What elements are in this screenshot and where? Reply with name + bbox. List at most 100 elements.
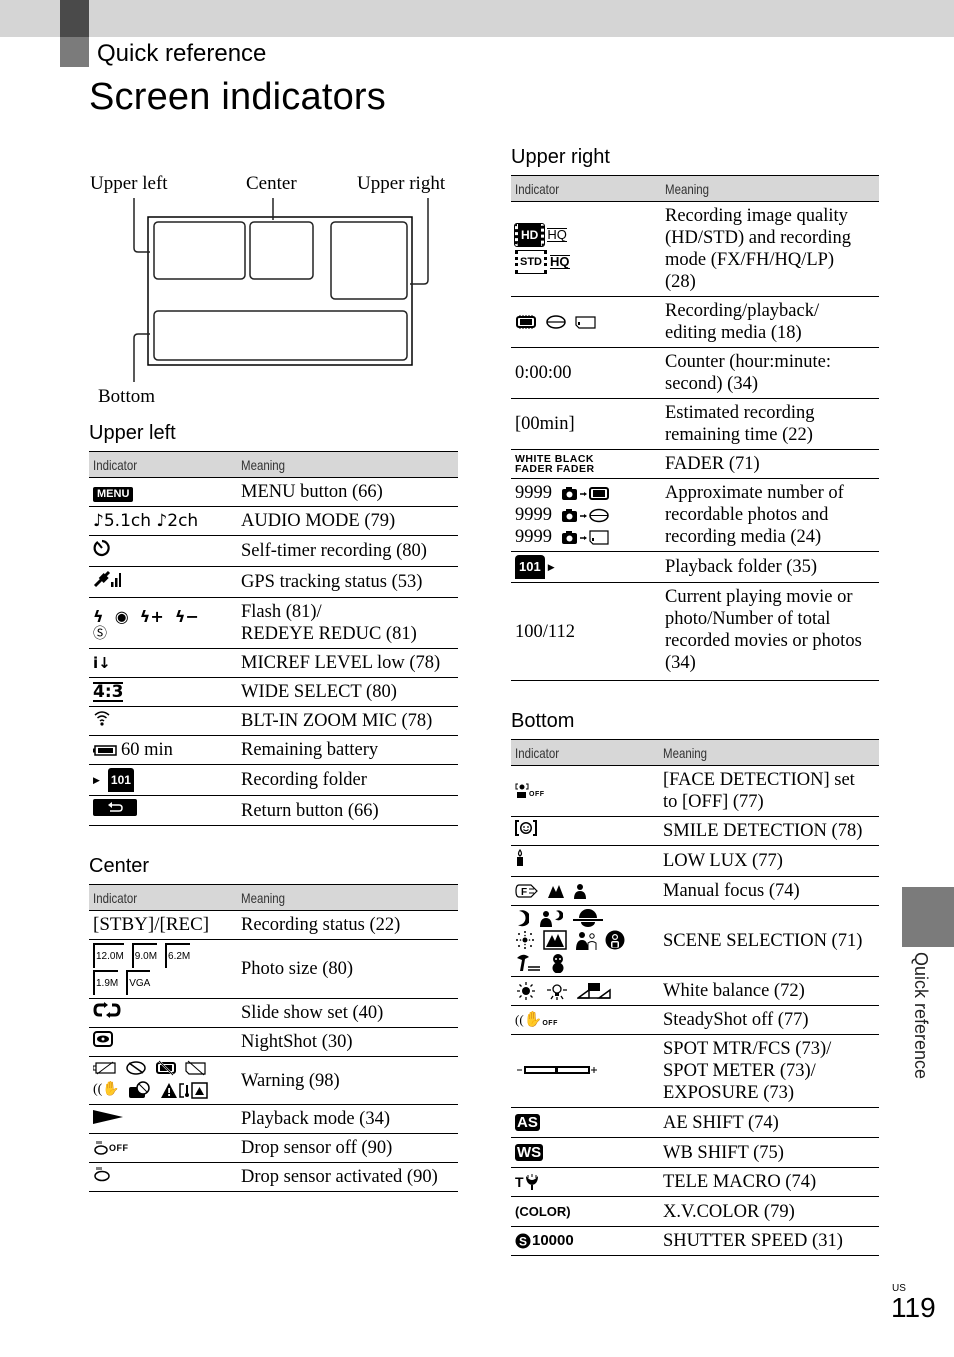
photo-count-icon: 9999 9999 9999 <box>515 482 657 548</box>
column-header-meaning: Meaning <box>659 739 879 766</box>
audio-mode-icon: ♪5.1ch ♪2ch <box>93 511 199 531</box>
table-row: GPS tracking status (53) <box>89 566 458 598</box>
meaning-cell: Counter (hour:minute: second) (34) <box>661 347 879 399</box>
svg-text:S: S <box>519 1235 527 1249</box>
playback-icon <box>93 1110 123 1124</box>
center-heading: Center <box>89 855 150 877</box>
column-header-indicator: Indicator <box>89 451 237 478</box>
header-band <box>0 0 954 37</box>
table-row: ((✋ Warning (98) <box>89 1056 458 1105</box>
upper-left-area <box>153 221 246 280</box>
steadyshot-off-icon: ((✋ OFF <box>515 1012 558 1028</box>
indicator-cell: [STBY]/[REC] <box>89 910 237 940</box>
table-row: Slide show set (40) <box>89 998 458 1028</box>
table-row: S 10000 SHUTTER SPEED (31) <box>511 1226 879 1256</box>
table-row: Drop sensor activated (90) <box>89 1162 458 1192</box>
remaining-time-value: [00min] <box>511 398 661 450</box>
column-header-indicator: Indicator <box>511 739 659 766</box>
meaning-cell: Approximate number of recordable photos a… <box>661 478 879 552</box>
twilight-icon <box>518 910 529 927</box>
table-row: 12.0M 9.0M 6.2M 1.9M VGA Photo size (80) <box>89 939 458 999</box>
twilight-portrait-icon <box>540 910 563 927</box>
playback-folder-icon: 101 ▶ <box>515 555 657 579</box>
sunrise-sunset-icon <box>573 909 603 927</box>
meaning-cell: Warning (98) <box>237 1056 458 1105</box>
table-row: 60 min Remaining battery <box>89 735 458 765</box>
outdoor-icon <box>517 982 535 1000</box>
meaning-cell: AUDIO MODE (79) <box>237 506 458 536</box>
upper-left-heading: Upper left <box>89 422 176 444</box>
meaning-cell: MENU button (66) <box>237 477 458 507</box>
fireworks-icon <box>516 931 534 949</box>
table-row: HD HQ STD HQ Recording image quality (HD/ST… <box>511 201 879 297</box>
table-row: BLT-IN ZOOM MIC (78) <box>89 706 458 736</box>
one-push-icon <box>577 983 611 999</box>
column-header-meaning: Meaning <box>237 451 458 478</box>
portrait-icon <box>576 932 597 950</box>
center-area <box>249 221 314 280</box>
wb-shift-icon: WS <box>515 1144 544 1161</box>
landscape-icon <box>543 930 567 950</box>
meaning-cell: Remaining battery <box>237 735 458 765</box>
center-section: Center Indicator Meaning [STBY]/[REC] Rec… <box>89 855 458 1192</box>
meaning-cell: Self-timer recording (80) <box>237 535 458 567</box>
column-header-indicator: Indicator <box>89 884 237 911</box>
smile-detection-icon <box>515 820 537 836</box>
svg-text:F: F <box>521 887 527 898</box>
warning-icon: ((✋ <box>93 1060 233 1101</box>
white-balance-icon <box>515 981 655 1001</box>
media-icon <box>515 314 657 330</box>
wide-select-icon: 4:3 <box>93 682 124 702</box>
meaning-cell: X.V.COLOR (79) <box>659 1196 879 1227</box>
xv-color-icon: (COLOR) <box>515 1204 571 1219</box>
bottom-section: Bottom Indicator Meaning OFF [FACE DETECT… <box>511 710 879 1256</box>
table-row: ♪5.1ch ♪2ch AUDIO MODE (79) <box>89 506 458 536</box>
meaning-cell: Photo size (80) <box>237 939 458 999</box>
gps-icon <box>93 570 123 588</box>
photo-size-icon: 12.0M 9.0M 6.2M 1.9M VGA <box>93 943 233 995</box>
table-row: WS WB SHIFT (75) <box>511 1137 879 1168</box>
table-row: WHITE BLACK FADER FADER FADER (71) <box>511 449 879 479</box>
meaning-cell: White balance (72) <box>659 976 879 1006</box>
table-row: ((✋ OFF SteadyShot off (77) <box>511 1005 879 1035</box>
shutter-speed-icon: S 10000 <box>515 1230 655 1252</box>
table-row: T TELE MACRO (74) <box>511 1167 879 1197</box>
meaning-cell: TELE MACRO (74) <box>659 1167 879 1197</box>
return-button-icon <box>93 799 137 816</box>
column-header-indicator: Indicator <box>511 175 661 202</box>
memory-icon <box>516 315 536 329</box>
bottom-table: Indicator Meaning OFF [FACE DETECTION] se… <box>511 739 879 1256</box>
side-tab-marker <box>902 887 954 947</box>
table-row: 4:3 WIDE SELECT (80) <box>89 677 458 707</box>
meaning-cell: Recording folder <box>237 764 458 796</box>
table-row: MENU MENU button (66) <box>89 477 458 507</box>
scene-selection-icon <box>515 909 655 973</box>
bottom-area <box>153 310 408 361</box>
table-row: F Manual focus (74) <box>511 876 879 906</box>
playback-count-value: 100/112 <box>511 582 661 681</box>
nightshot-icon <box>93 1031 113 1047</box>
meaning-cell: [FACE DETECTION] set to [OFF] (77) <box>659 765 879 817</box>
meaning-cell: MICREF LEVEL low (78) <box>237 648 458 678</box>
meaning-cell: WIDE SELECT (80) <box>237 677 458 707</box>
meaning-cell: BLT-IN ZOOM MIC (78) <box>237 706 458 736</box>
meaning-cell: NightShot (30) <box>237 1027 458 1057</box>
table-row: SCENE SELECTION (71) <box>511 905 879 977</box>
upper-right-heading: Upper right <box>511 146 610 168</box>
self-timer-icon <box>93 539 111 557</box>
snow-icon <box>552 954 564 973</box>
hdd-icon <box>546 315 566 329</box>
meaning-cell: Flash (81)/REDEYE REDUC (81) <box>237 597 458 649</box>
meaning-cell: FADER (71) <box>661 449 879 479</box>
table-row: 100/112 Current playing movie or photo/Nu… <box>511 582 879 681</box>
page-number: 119 <box>891 1292 936 1323</box>
low-lux-icon <box>515 849 525 867</box>
table-row: NightShot (30) <box>89 1027 458 1057</box>
side-tab-label: Quick reference <box>911 952 931 1080</box>
meaning-cell: Recording status (22) <box>237 910 458 940</box>
upper-right-area <box>330 221 408 300</box>
image-quality-icon: HD HQ STD HQ <box>513 223 657 274</box>
meaning-cell: Slide show set (40) <box>237 998 458 1028</box>
meaning-cell: Drop sensor activated (90) <box>237 1162 458 1192</box>
meaning-cell: Playback mode (34) <box>237 1104 458 1134</box>
